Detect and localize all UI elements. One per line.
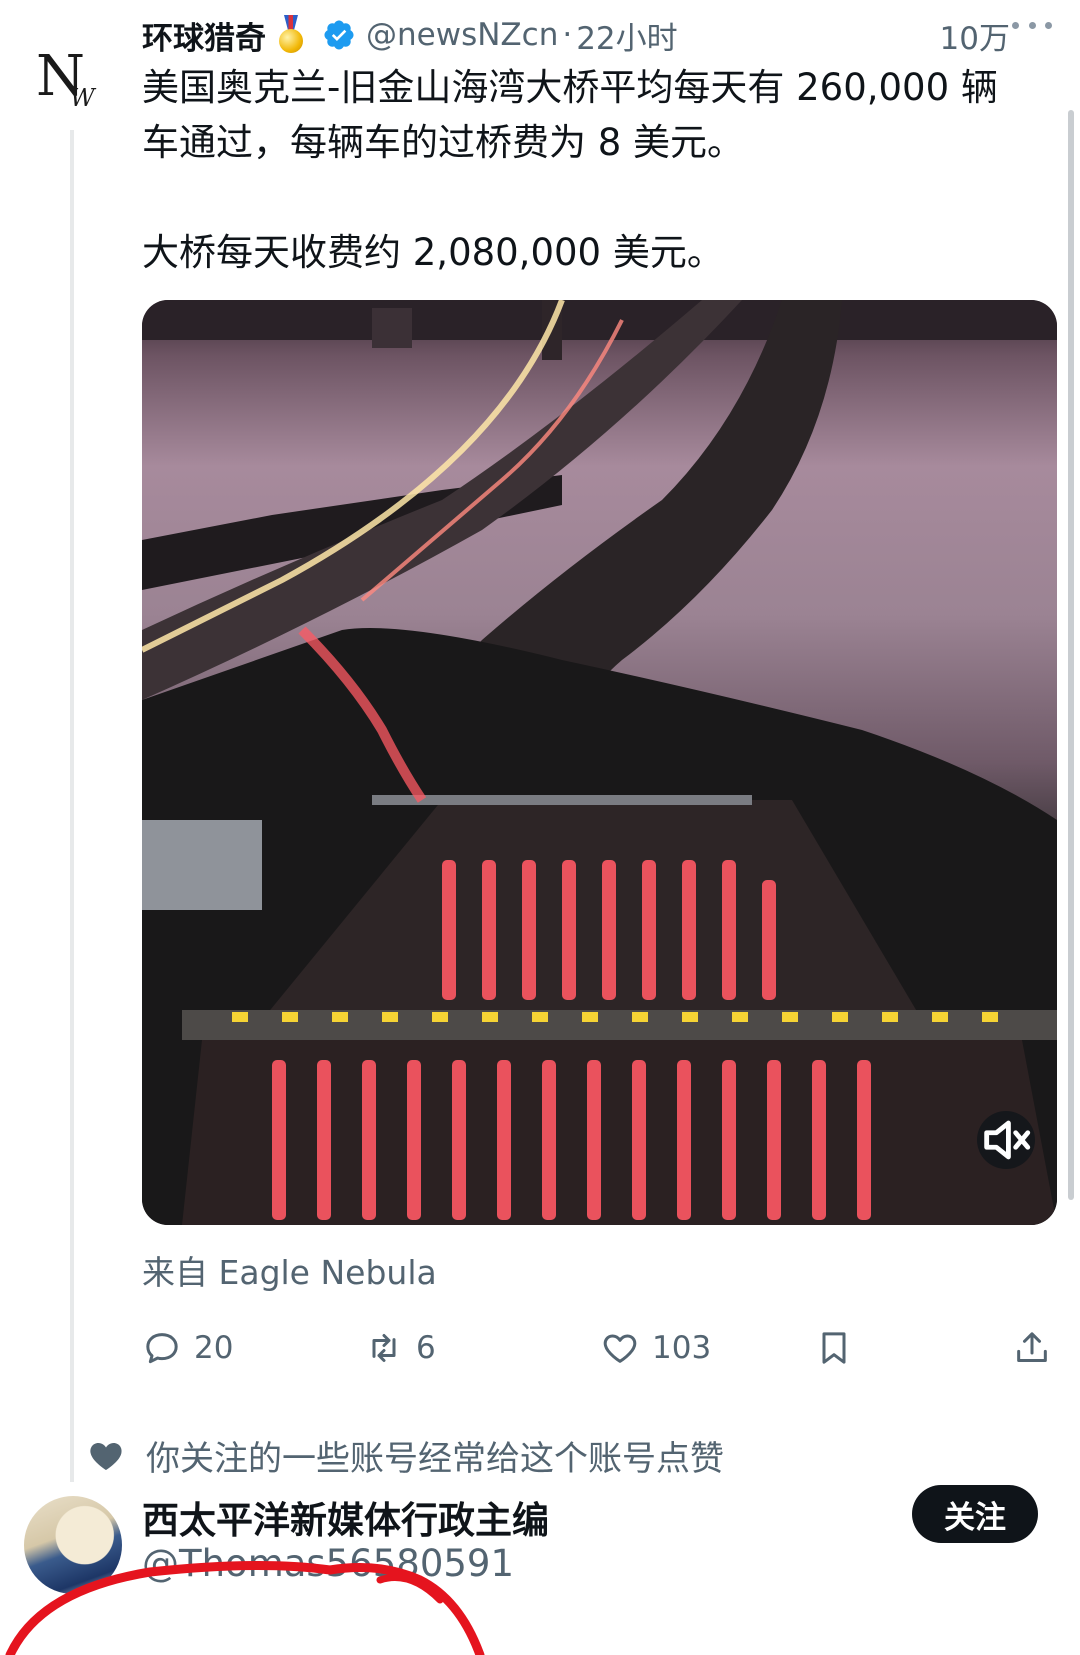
tweet-video[interactable] bbox=[142, 300, 1057, 1225]
heart-icon bbox=[603, 1334, 637, 1363]
author-display-name[interactable]: 环球猎奇 bbox=[142, 13, 266, 58]
retweet-count: 6 bbox=[416, 1330, 436, 1366]
avatar-letter-w: W bbox=[70, 84, 95, 112]
retweet-icon bbox=[372, 1334, 396, 1362]
view-count: 10万 bbox=[939, 20, 1010, 57]
like-button[interactable]: 103 bbox=[600, 1320, 711, 1376]
tweet-paragraph: 美国奥克兰-旧金山海湾大桥平均每天有 260,000 辆车通过，每辆车的过桥费为… bbox=[142, 66, 998, 164]
scrollbar[interactable] bbox=[1068, 110, 1074, 1200]
bookmark-button[interactable] bbox=[814, 1320, 854, 1376]
social-context: 你关注的一些账号经常给这个账号点赞 bbox=[86, 1430, 724, 1480]
reply-icon bbox=[146, 1333, 178, 1364]
medal-icon bbox=[276, 15, 306, 55]
bridge-traffic-video-frame bbox=[142, 300, 1057, 1225]
tweet-paragraph: 大桥每天收费约 2,080,000 美元。 bbox=[142, 231, 724, 274]
media-source-attribution[interactable]: 来自 Eagle Nebula bbox=[142, 1246, 437, 1294]
more-options-icon[interactable] bbox=[1012, 22, 1052, 32]
verified-badge-icon bbox=[324, 20, 354, 50]
retweet-button[interactable]: 6 bbox=[364, 1320, 436, 1376]
share-icon bbox=[1017, 1332, 1047, 1362]
thread-connector-line bbox=[70, 130, 74, 1482]
follow-button[interactable]: 关注 bbox=[912, 1485, 1038, 1543]
tweet-header: 环球猎奇 @newsNZcn · 22小时 10万 bbox=[142, 10, 1064, 60]
suggested-account-handle[interactable]: @Thomas56580591 bbox=[142, 1542, 514, 1585]
tweet-body: 美国奥克兰-旧金山海湾大桥平均每天有 260,000 辆车通过，每辆车的过桥费为… bbox=[142, 60, 1032, 280]
tweet-timestamp[interactable]: 22小时 bbox=[576, 13, 677, 58]
author-handle[interactable]: @newsNZcn bbox=[366, 17, 558, 53]
tweet-actions-bar: 20 6 103 bbox=[142, 1320, 1057, 1376]
speaker-muted-icon bbox=[984, 1120, 1031, 1160]
suggested-account-avatar[interactable] bbox=[24, 1496, 122, 1594]
heart-icon bbox=[90, 1443, 122, 1470]
social-context-text: 你关注的一些账号经常给这个账号点赞 bbox=[146, 1438, 724, 1479]
suggested-account-name[interactable]: 西太平洋新媒体行政主编 bbox=[142, 1490, 549, 1544]
separator-dot: · bbox=[562, 17, 573, 53]
share-button[interactable] bbox=[1012, 1320, 1052, 1376]
author-avatar[interactable]: N W bbox=[26, 38, 114, 126]
mute-toggle-button[interactable] bbox=[977, 1111, 1035, 1169]
like-count: 103 bbox=[652, 1330, 712, 1366]
reply-count: 20 bbox=[194, 1330, 234, 1366]
reply-button[interactable]: 20 bbox=[142, 1320, 233, 1376]
bookmark-icon bbox=[822, 1332, 846, 1364]
